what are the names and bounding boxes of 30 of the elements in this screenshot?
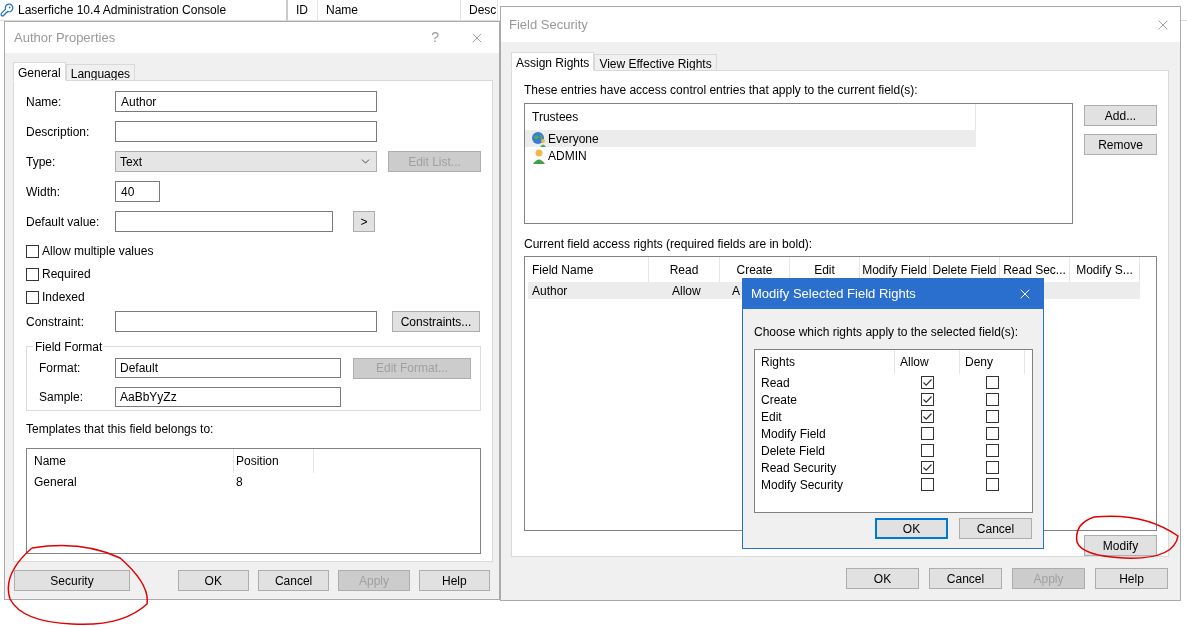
window-title: Modify Selected Field Rights bbox=[751, 285, 916, 304]
field-label: Constraint: bbox=[26, 313, 86, 331]
right-name: Modify Security bbox=[761, 476, 845, 494]
field-label: Sample: bbox=[39, 389, 85, 406]
checkbox-label: Allow multiple values bbox=[42, 243, 154, 260]
right-name: Delete Field bbox=[761, 442, 827, 460]
field-label: Type: bbox=[26, 153, 57, 171]
table-cell-text: A bbox=[732, 282, 740, 300]
table-cell-text: 8 bbox=[235, 474, 244, 491]
checkbox-label: Indexed bbox=[42, 289, 85, 306]
checkbox-label: Required bbox=[42, 266, 91, 283]
right-name: Create bbox=[761, 391, 799, 409]
field-label: Width: bbox=[26, 183, 61, 201]
table-cell-text: General bbox=[34, 474, 78, 491]
section-label: These entries have access control entries that apply to the current field(s): bbox=[524, 82, 919, 99]
right-name: Read Security bbox=[761, 459, 838, 477]
field-label: Name: bbox=[26, 93, 63, 111]
field-label: Format: bbox=[39, 360, 82, 377]
section-label: Choose which rights apply to the selected field(s): bbox=[754, 324, 1020, 341]
table-cell-text: Allow bbox=[672, 282, 701, 300]
section-label: Templates that this field belongs to: bbox=[26, 421, 215, 438]
window-title: Field Security bbox=[509, 15, 588, 34]
right-name: Modify Field bbox=[761, 425, 827, 443]
right-name: Edit bbox=[761, 408, 783, 426]
window-title: Author Properties bbox=[14, 28, 116, 47]
section-label: Current field access rights (required fields are in bold): bbox=[524, 236, 814, 253]
field-label: Default value: bbox=[26, 213, 101, 231]
field-label: Description: bbox=[26, 123, 91, 141]
table-cell-text: Author bbox=[532, 282, 568, 300]
right-name: Read bbox=[761, 374, 791, 392]
